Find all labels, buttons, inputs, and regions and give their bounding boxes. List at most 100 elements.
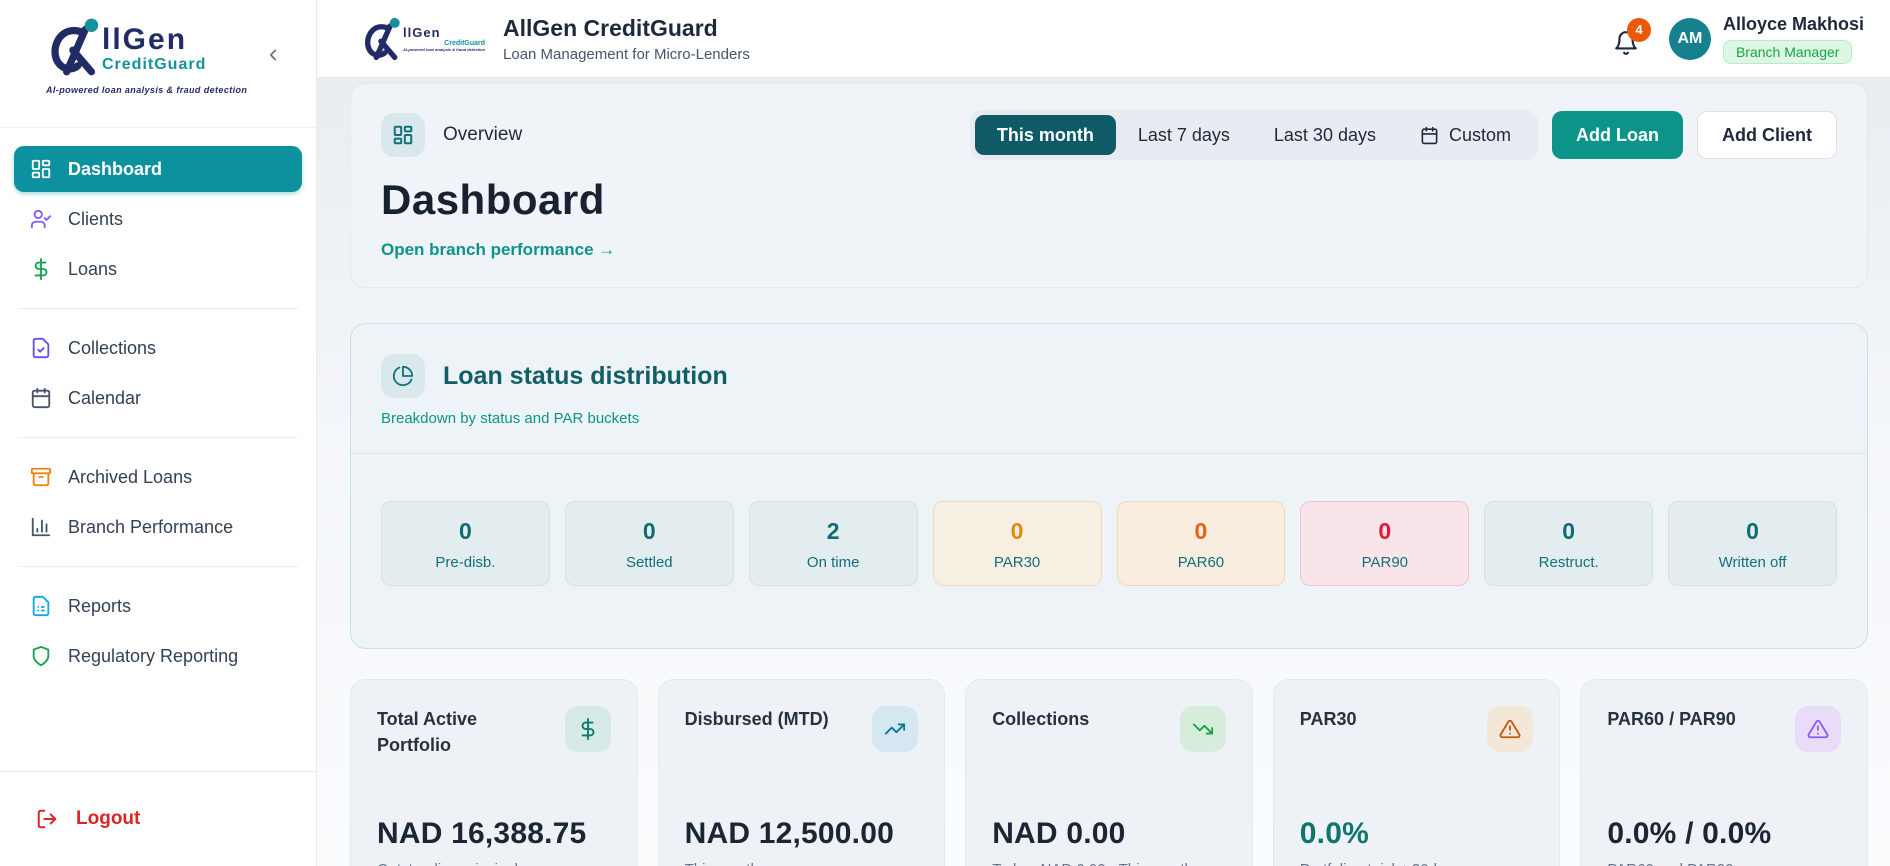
archive-icon [30,467,52,487]
report-file-icon [32,595,50,617]
sidebar-nav: Dashboard Clients Loans Collections Cale… [0,128,316,679]
brand-sub: CreditGuard [102,56,207,73]
status-card-title: Loan status distribution [443,361,728,390]
user-name: Alloyce Makhosi [1722,13,1864,34]
user-role-badge: Branch Manager [1722,39,1853,64]
brand-logo-icon [365,17,400,60]
kpi-caption: Outstanding principal [377,861,611,866]
kpi-value: NAD 12,500.00 [684,817,894,850]
date-range-segmented-control: This month Last 7 days Last 30 days Cust… [969,110,1538,160]
sidebar-item-label: Loans [68,258,118,279]
dollar-icon [34,258,48,280]
trending-down-icon [1179,706,1226,752]
overview-chip: Overview [381,113,522,157]
calendar-icon [1421,126,1438,144]
shield-icon [32,645,50,667]
sidebar: llGen CreditGuard AI-powered loan analys… [0,0,317,866]
notification-badge: 4 [1626,17,1651,42]
app-title-block: AllGen CreditGuard Loan Management for M… [503,15,750,63]
sidebar-item-label: Archived Loans [68,466,193,487]
bucket-written-off: 0 Written off [1668,501,1837,586]
dashboard-grid-icon [31,159,51,179]
calendar-icon [31,387,51,409]
sidebar-item-label: Branch Performance [68,516,234,537]
section-label: Overview [443,124,523,145]
logout-button[interactable]: Logout [14,808,302,830]
kpi-disbursed-mtd: Disbursed (MTD) NAD 12,500.00 This month [657,679,946,866]
brand-wordmark: llGen [102,23,188,56]
sidebar-item-label: Dashboard [68,158,163,179]
kpi-value: NAD 0.00 [992,817,1126,850]
sidebar-collapse-button[interactable] [262,44,284,66]
status-buckets-row: 0 Pre-disb. 0 Settled 2 On time 0 PAR30 … [351,454,1867,586]
kpi-value: 0.0% [1299,817,1369,850]
add-client-button[interactable]: Add Client [1697,111,1837,159]
sidebar-item-reports[interactable]: Reports [14,583,302,629]
file-check-icon [32,337,50,359]
range-last-30-days[interactable]: Last 30 days [1252,115,1398,155]
top-header: llGen CreditGuard AI-powered loan analys… [317,0,1890,78]
bucket-settled: 0 Settled [564,501,734,586]
bucket-restruct: 0 Restruct. [1484,501,1654,586]
branch-performance-link[interactable]: Open branch performance → [381,240,1837,260]
sidebar-item-calendar[interactable]: Calendar [14,375,302,421]
bucket-par60: 0 PAR60 [1116,501,1286,586]
nav-divider [18,566,298,567]
notifications-button[interactable]: 4 [1613,17,1651,56]
brand-logo-icon [51,18,99,76]
main-content: Overview This month Last 7 days Last 30 … [317,78,1890,866]
trending-up-icon [872,706,919,752]
sidebar-item-label: Regulatory Reporting [68,645,239,666]
kpi-caption: Today: NAD 0.00 · This month [992,861,1226,866]
sidebar-item-label: Clients [68,208,124,229]
range-this-month[interactable]: This month [974,115,1116,155]
kpi-total-active-portfolio: Total Active Portfolio NAD 16,388.75 Out… [350,679,638,866]
warning-triangle-icon [1794,706,1841,752]
overview-grid-icon [381,113,425,157]
kpi-collections: Collections NAD 0.00 Today: NAD 0.00 · T… [965,679,1253,866]
bucket-par30: 0 PAR30 [932,501,1102,586]
nav-divider [18,437,298,438]
range-last-7-days[interactable]: Last 7 days [1116,115,1252,155]
kpi-cards-row: Total Active Portfolio NAD 16,388.75 Out… [350,679,1868,866]
sidebar-item-clients[interactable]: Clients [14,196,302,242]
brand-tagline: AI-powered loan analysis & fraud detecti… [46,85,248,95]
pie-chart-icon [381,354,425,398]
kpi-caption: PAR60 and PAR90 [1607,861,1841,866]
hero-panel: Overview This month Last 7 days Last 30 … [350,83,1868,288]
logout-label: Logout [76,808,141,829]
status-card-subtitle: Breakdown by status and PAR buckets [381,410,640,427]
kpi-caption: Portfolio at risk >30d [1300,861,1534,866]
sidebar-item-label: Collections [68,337,157,358]
sidebar-item-label: Calendar [68,387,142,408]
bucket-pre-disb: 0 Pre-disb. [381,501,550,586]
chevron-left-icon [269,49,277,61]
sidebar-item-collections[interactable]: Collections [14,325,302,371]
sidebar-item-loans[interactable]: Loans [14,246,302,292]
kpi-value: 0.0% / 0.0% [1607,817,1772,850]
sidebar-item-label: Reports [68,595,132,616]
nav-divider [18,308,298,309]
sidebar-item-branch-performance[interactable]: Branch Performance [14,504,302,550]
logout-icon [37,809,57,829]
sidebar-item-dashboard[interactable]: Dashboard [14,146,302,192]
app-subtitle: Loan Management for Micro-Lenders [503,45,750,63]
kpi-caption: This month [685,861,919,866]
warning-triangle-icon [1487,706,1534,752]
sidebar-item-regulatory-reporting[interactable]: Regulatory Reporting [14,633,302,679]
bucket-par90: 0 PAR90 [1300,501,1470,586]
user-check-icon [30,209,52,229]
add-loan-button[interactable]: Add Loan [1552,111,1683,159]
logout-section: Logout [0,771,316,866]
page-title: Dashboard [381,176,605,223]
loan-status-card: Loan status distribution Breakdown by st… [350,323,1868,649]
user-menu[interactable]: AM Alloyce Makhosi Branch Manager [1668,13,1864,64]
bucket-on-time: 2 On time [748,501,918,586]
bar-chart-icon [31,517,51,537]
sidebar-logo: llGen CreditGuard AI-powered loan analys… [0,0,316,128]
kpi-par30: PAR30 0.0% Portfolio at risk >30d [1272,679,1561,866]
brand-logo-text: llGen CreditGuard AI-powered loan analys… [403,25,486,52]
sidebar-item-archived-loans[interactable]: Archived Loans [14,454,302,500]
dollar-icon [564,706,611,752]
range-custom[interactable]: Custom [1398,115,1533,155]
